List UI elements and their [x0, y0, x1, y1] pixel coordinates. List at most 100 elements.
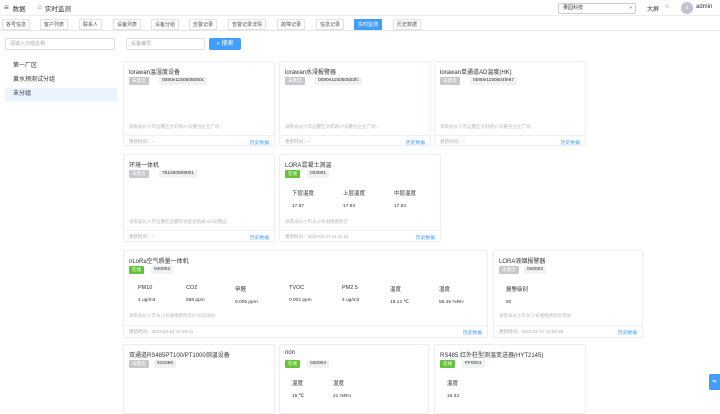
metric-value: 658 ppm — [186, 298, 205, 303]
metric-label: 温度 — [390, 287, 402, 293]
history-link[interactable]: 历史数据 — [250, 234, 269, 241]
tab-history[interactable]: 历史数据 — [393, 19, 422, 30]
home-icon[interactable]: ⌂ — [38, 4, 42, 11]
update-time: 更新时间：2023-02-27 11:11:21 — [285, 234, 349, 239]
status-badge: 在线 — [285, 170, 300, 178]
group-item[interactable]: 黄水预测试分组 — [5, 74, 117, 87]
metric: PM2.5 4 ug/m3 — [342, 285, 359, 303]
device-card[interactable]: 环境一体机 未激活 751260008001 湖南省长沙市岳麓区岳麓街道金星南路… — [123, 154, 275, 242]
page-title: 实时监测 — [44, 5, 71, 13]
menu-icon[interactable]: ≡ — [4, 3, 9, 12]
group-item[interactable]: 未分组 — [5, 88, 117, 101]
device-name: lorawan水浸报警器 — [285, 70, 337, 76]
tab-alarm-details[interactable]: 告警记录详情 — [228, 19, 267, 30]
history-link[interactable]: 历史数据 — [406, 139, 425, 145]
metric-label: PM10 — [138, 285, 153, 291]
device-card[interactable]: LORA混凝土测温 在线 033001 下层温度 17.87 上层温度 17.93 … — [279, 154, 441, 242]
tab-account[interactable]: 各号信息 — [2, 19, 31, 30]
status-badge: 未激活 — [129, 170, 149, 178]
device-name: 双通道RS485PT100/PT1000测温设备 — [129, 353, 230, 359]
tab-faults[interactable]: 故障记录 — [277, 19, 306, 30]
metric: 温度 18.12 ℃ — [390, 285, 409, 305]
update-time: 更新时间：-- — [129, 139, 155, 144]
status-badge: 未激活 — [440, 77, 460, 85]
device-code: 751260008001 — [159, 170, 198, 178]
message-icon[interactable]: ◌ — [665, 3, 669, 10]
tab-info[interactable]: 信息记录 — [316, 19, 345, 30]
device-code: 040002 — [151, 266, 174, 274]
metric-value: 17.87 — [292, 204, 305, 209]
card-footer: 更新时间：-- 历史数据 — [124, 230, 274, 241]
metric: 报警级别 50 — [506, 285, 528, 305]
side-dock-button[interactable]: ⇆ — [709, 374, 720, 390]
device-card[interactable]: 双通道RS485PT100/PT1000测温设备 未激活 010266 — [123, 344, 275, 414]
history-link[interactable]: 历史数据 — [463, 329, 482, 336]
device-code: FF0001 — [462, 360, 485, 368]
company-select[interactable]: 果园科技 ▾ — [558, 3, 636, 14]
metric-value: 17.93 — [343, 204, 356, 209]
history-link[interactable]: 历史数据 — [561, 139, 580, 145]
metric-label: TVOC — [289, 285, 305, 291]
device-code: 0080e1150504fe67 — [470, 77, 517, 85]
device-address: 湖南省长沙市岳麓区文轩路27号麓谷企业广场... — [440, 124, 535, 129]
device-address: 湖南省长沙市岳麓区文轩路27号麓谷企业广场... — [129, 124, 224, 129]
device-name: 环境一体机 — [129, 163, 160, 169]
card-footer: 更新时间：-- 历史数据 — [124, 135, 274, 145]
device-card[interactable]: lorawan水浸报警器 未激活 0080e115050502fc 湖南省长沙市… — [279, 61, 431, 146]
metric-value: 0.005 ppm — [235, 300, 258, 305]
user-name[interactable]: admin — [696, 4, 712, 10]
tab-device-groups[interactable]: 设备分组 — [151, 19, 180, 30]
status-badge: 在线 — [440, 360, 455, 368]
avatar[interactable]: a — [681, 2, 693, 14]
screen-link[interactable]: 大屏 — [647, 4, 659, 13]
tab-alarms[interactable]: 告警记录 — [189, 19, 218, 30]
device-card[interactable]: RS485 红外柱型测温变送器(HYT2145) 在线 FF0001 温度 16.… — [434, 344, 586, 414]
device-card[interactable]: nLoRa空气质量一体机 在线 040002 PM10 4 ug/m3 CO2 65… — [123, 250, 488, 338]
device-address: 湖南省长沙市岳麓区文轩路27号麓谷企业广场... — [285, 124, 380, 129]
history-link[interactable]: 历史数据 — [250, 139, 269, 145]
group-search-input[interactable]: 请输入分组名称 — [5, 38, 115, 50]
history-link[interactable]: 历史数据 — [618, 329, 637, 336]
update-time: 更新时间：2023-02-17 13:56:55 — [499, 329, 564, 334]
device-card[interactable]: LORA液烟报警器 未激活 040003 报警级别 50 湖南省长沙市长沙县湘楼路… — [493, 250, 643, 338]
tab-contacts[interactable]: 联系人 — [79, 19, 103, 30]
metric: 下层温度 17.87 — [292, 189, 314, 209]
metric-label: 中层温度 — [394, 191, 417, 197]
metric-label: PM2.5 — [342, 285, 358, 291]
metric-label: 上层温度 — [343, 191, 366, 197]
metric-value: 16.33 — [447, 394, 460, 399]
metric: 甲醛 0.005 ppm — [235, 285, 258, 305]
metric: 湿度 21 %RH — [333, 379, 351, 399]
group-list: 第一厂区 黄水预测试分组 未分组 — [5, 60, 117, 102]
search-button[interactable]: ⌕ 搜索 — [209, 38, 241, 50]
metric-label: 报警级别 — [506, 287, 529, 293]
device-card[interactable]: non 在线 040004 温度 16 ℃ 湿度 21 %RH — [279, 344, 429, 414]
device-name: RS485 红外柱型测温变送器(HYT2145) — [440, 353, 544, 359]
tab-devices[interactable]: 设备列表 — [113, 19, 142, 30]
dock-icon: ⇆ — [712, 379, 717, 385]
metric-value: 18.12 ℃ — [390, 300, 409, 305]
device-address: 湖南省长沙市长沙县湘楼路附近 — [285, 219, 348, 224]
status-badge: 未激活 — [129, 360, 149, 368]
device-name: lorawan单通道AD温度(HK) — [440, 70, 512, 76]
device-card[interactable]: lorawan温湿度设备 未激活 0080e1150505050c 湖南省长沙市… — [123, 61, 275, 146]
metric-label: 湿度 — [333, 381, 345, 387]
search-button-label: 搜索 — [221, 41, 234, 47]
device-card[interactable]: lorawan单通道AD温度(HK) 未激活 0080e1150504fe67 … — [434, 61, 586, 146]
device-name: lorawan温湿度设备 — [129, 70, 181, 76]
group-item[interactable]: 第一厂区 — [5, 60, 117, 73]
device-code-input[interactable]: 设备编号 — [126, 38, 205, 50]
update-time: 更新时间：-- — [129, 234, 155, 239]
tab-realtime[interactable]: 实时监测 — [354, 19, 383, 30]
company-select-value: 果园科技 — [563, 5, 584, 11]
tab-customers[interactable]: 客户列表 — [40, 19, 69, 30]
device-code: 0080e1150505050c — [159, 77, 208, 85]
history-link[interactable]: 历史数据 — [416, 234, 435, 241]
device-code: 040003 — [524, 266, 547, 274]
metric: 温度 16.33 — [447, 379, 459, 399]
device-name: LORA混凝土测温 — [285, 163, 332, 169]
status-badge: 未激活 — [129, 77, 149, 85]
metric-value: 50 — [506, 300, 512, 305]
metric-value: 4 ug/m3 — [342, 298, 360, 303]
update-time: 更新时间：-- — [285, 139, 311, 144]
